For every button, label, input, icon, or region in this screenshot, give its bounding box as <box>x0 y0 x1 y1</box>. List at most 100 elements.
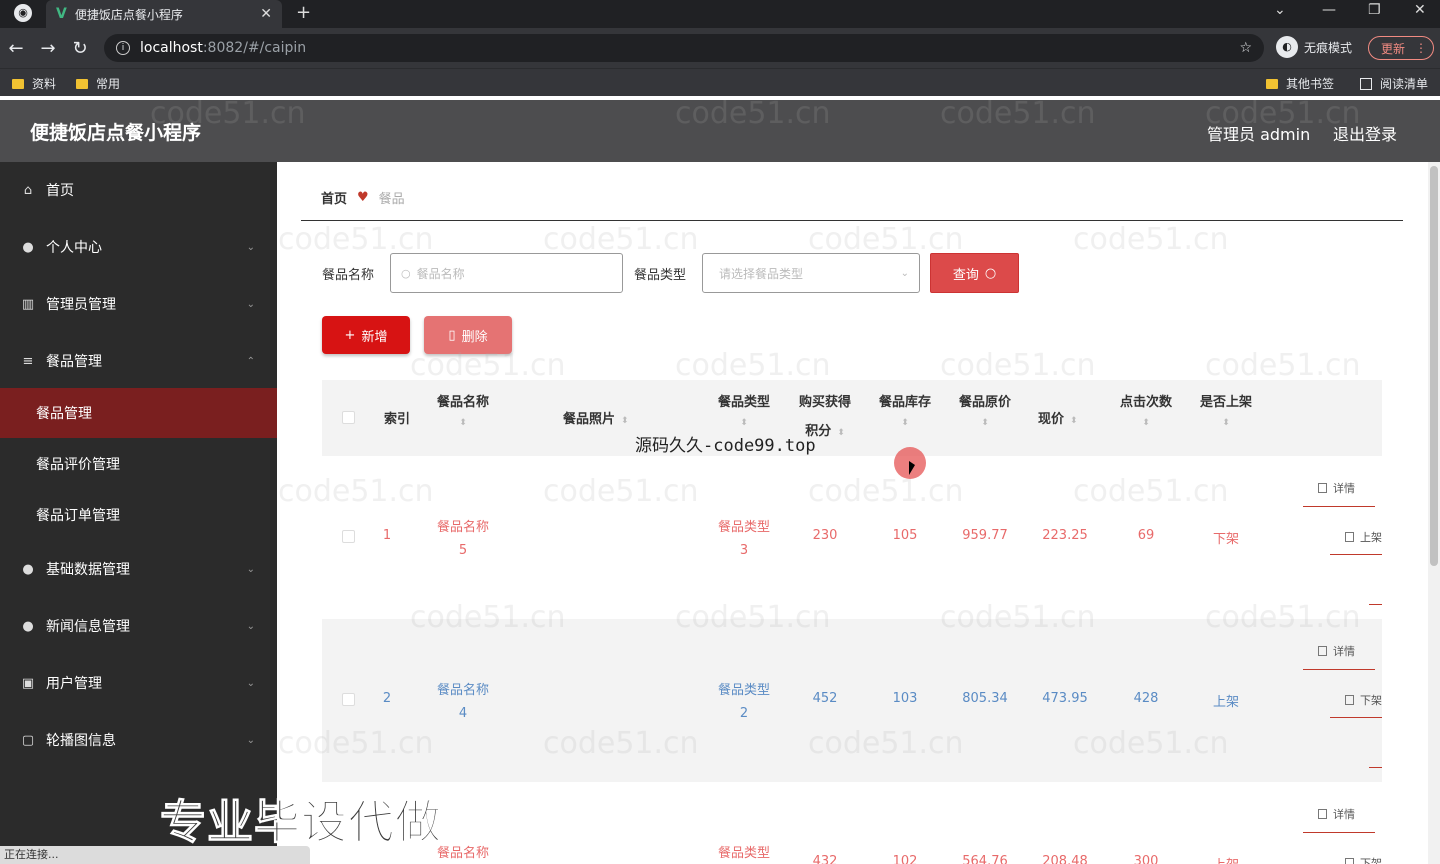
op-divider <box>1303 506 1375 507</box>
url-input[interactable]: i localhost:8082/#/caipin ☆ <box>104 34 1264 62</box>
query-button[interactable]: 查询 ○ <box>930 253 1019 293</box>
browser-menu-icon[interactable]: ◉ <box>14 4 32 22</box>
incognito-indicator[interactable]: ◐ 无痕模式 <box>1276 36 1352 58</box>
minimize-icon[interactable]: — <box>1322 2 1336 18</box>
reload-icon[interactable]: ↻ <box>64 38 96 59</box>
meal-name-input[interactable]: ○ 餐品名称 <box>390 253 623 293</box>
cell-orig-price: 564.76 <box>962 854 1008 864</box>
back-icon[interactable]: ← <box>0 38 32 59</box>
header-points-label: 购买获得 <box>798 395 851 410</box>
cell-on-shelf: 上架 <box>1212 695 1239 710</box>
add-button[interactable]: + 新增 <box>322 316 410 354</box>
bookmark-folder[interactable]: 资料 <box>12 75 56 92</box>
detail-button[interactable]: 详情 <box>1318 806 1355 822</box>
sidebar-item-home[interactable]: ⌂ 首页 <box>0 165 277 215</box>
shelf-toggle-button[interactable]: 上架 <box>1345 529 1382 545</box>
select-all-checkbox[interactable] <box>342 411 355 424</box>
cell-on-shelf: 上架 <box>1191 854 1261 864</box>
cell-type-text: 餐品类型 <box>717 846 770 861</box>
browser-tab[interactable]: V 便捷饭店点餐小程序 ✕ <box>46 0 282 28</box>
sort-icon[interactable]: ⬍ <box>709 418 779 428</box>
bookmark-folder[interactable]: 常用 <box>76 75 120 92</box>
header-clicks[interactable]: 点击次数 ⬍ <box>1111 391 1181 428</box>
tab-search-icon[interactable]: ⌄ <box>1274 2 1286 18</box>
scrollbar-thumb[interactable] <box>1430 166 1438 566</box>
sort-icon[interactable]: ⬍ <box>870 418 940 428</box>
sidebar-item-label: 新闻信息管理 <box>46 619 130 635</box>
sort-icon[interactable]: ⬍ <box>428 418 498 428</box>
op-divider <box>1303 832 1375 833</box>
detail-button[interactable]: 详情 <box>1318 480 1355 496</box>
plus-icon: + <box>344 327 356 343</box>
cell-name-num: 4 <box>458 706 468 721</box>
cell-type: 餐品类型 3 <box>709 516 779 562</box>
chart-icon: ▥ <box>21 296 35 312</box>
vertical-scrollbar[interactable] <box>1428 162 1440 864</box>
sidebar-item-meals[interactable]: ≡ 餐品管理 ⌃ <box>0 336 277 386</box>
search-icon: ○ <box>984 265 997 281</box>
detail-label: 详情 <box>1333 645 1355 658</box>
submenu-meal-orders[interactable]: 餐品订单管理 <box>0 490 277 540</box>
header-stock[interactable]: 餐品库存 ⬍ <box>870 391 940 428</box>
delete-button[interactable]: ▯ 删除 <box>424 316 512 354</box>
sort-icon[interactable]: ⬍ <box>1070 416 1078 426</box>
meal-type-select[interactable]: 请选择餐品类型 ⌄ <box>702 253 920 293</box>
header-on-shelf[interactable]: 是否上架 ⬍ <box>1191 391 1261 428</box>
sidebar-item-news[interactable]: ● 新闻信息管理 ⌄ <box>0 601 277 651</box>
table-header: 索引 餐品名称 ⬍ 餐品照片 ⬍ 餐品类型 ⬍ 购买获得 积分 ⬍ 餐品库存 ⬍ 餐品原价 ⬍… <box>322 380 1382 456</box>
restore-icon[interactable]: ❐ <box>1368 2 1381 18</box>
url-path: :8082/#/caipin <box>202 40 307 56</box>
tab-close-icon[interactable]: ✕ <box>260 6 272 22</box>
document-icon <box>1345 532 1354 542</box>
reading-list[interactable]: 阅读清单 <box>1360 75 1428 92</box>
breadcrumb-divider <box>301 220 1403 221</box>
other-bookmarks[interactable]: 其他书签 <box>1266 75 1334 92</box>
bookmark-star-icon[interactable]: ☆ <box>1239 40 1252 56</box>
detail-button[interactable]: 详情 <box>1318 643 1355 659</box>
sidebar-item-admins[interactable]: ▥ 管理员管理 ⌄ <box>0 279 277 329</box>
header-orig-price[interactable]: 餐品原价 ⬍ <box>950 391 1020 428</box>
update-button[interactable]: 更新 ⋮ <box>1368 36 1434 60</box>
new-tab-icon[interactable]: + <box>296 2 311 23</box>
folder-icon <box>76 78 88 89</box>
header-type-label: 餐品类型 <box>717 395 770 410</box>
chevron-down-icon: ⌄ <box>900 267 909 279</box>
sort-icon[interactable]: ⬍ <box>621 416 629 426</box>
header-name[interactable]: 餐品名称 ⬍ <box>428 391 498 428</box>
submenu-meal-reviews[interactable]: 餐品评价管理 <box>0 439 277 489</box>
header-price[interactable]: 现价 ⬍ <box>1038 408 1078 427</box>
sort-icon[interactable]: ⬍ <box>1111 418 1181 428</box>
shelf-toggle-button[interactable]: 下架 <box>1345 692 1382 708</box>
logout-link[interactable]: 退出登录 <box>1333 121 1397 145</box>
sidebar-item-users[interactable]: ▣ 用户管理 ⌄ <box>0 658 277 708</box>
cell-points: 230 <box>812 528 838 543</box>
window-close-icon[interactable]: ✕ <box>1414 2 1426 18</box>
bookmark-label: 资料 <box>32 77 57 91</box>
sort-icon[interactable]: ⬍ <box>950 418 1020 428</box>
reading-list-icon <box>1360 77 1372 90</box>
reading-list-label: 阅读清单 <box>1380 77 1429 91</box>
cell-name-text: 餐品名称 <box>436 683 489 698</box>
sidebar-item-label: 个人中心 <box>46 240 102 256</box>
row-checkbox[interactable] <box>342 693 355 706</box>
table-row: 餐品名称 餐品类型 432 102 564.76 208.48 300 上架 详… <box>322 782 1382 864</box>
cell-name-text: 餐品名称 <box>436 846 489 861</box>
header-type[interactable]: 餐品类型 ⬍ <box>709 391 779 428</box>
user-icon: ● <box>22 239 34 255</box>
submenu-meals[interactable]: 餐品管理 <box>0 388 277 438</box>
shelf-toggle-button[interactable]: 下架 <box>1345 855 1382 864</box>
sidebar-item-carousel[interactable]: ▢ 轮播图信息 ⌄ <box>0 715 277 765</box>
detail-label: 详情 <box>1333 808 1355 821</box>
home-icon: ⌂ <box>23 182 33 198</box>
row-checkbox[interactable] <box>342 530 355 543</box>
site-info-icon[interactable]: i <box>116 41 130 55</box>
breadcrumb-home[interactable]: 首页 <box>321 188 347 207</box>
sidebar-item-profile[interactable]: ● 个人中心 ⌄ <box>0 222 277 272</box>
header-photo[interactable]: 餐品照片 ⬍ <box>563 408 629 427</box>
sort-icon[interactable]: ⬍ <box>837 428 845 438</box>
document-icon <box>1318 483 1327 493</box>
forward-icon[interactable]: → <box>32 38 64 59</box>
sidebar-item-basic-data[interactable]: ● 基础数据管理 ⌄ <box>0 544 277 594</box>
cell-type: 餐品类型 <box>709 842 779 861</box>
sort-icon[interactable]: ⬍ <box>1191 418 1261 428</box>
